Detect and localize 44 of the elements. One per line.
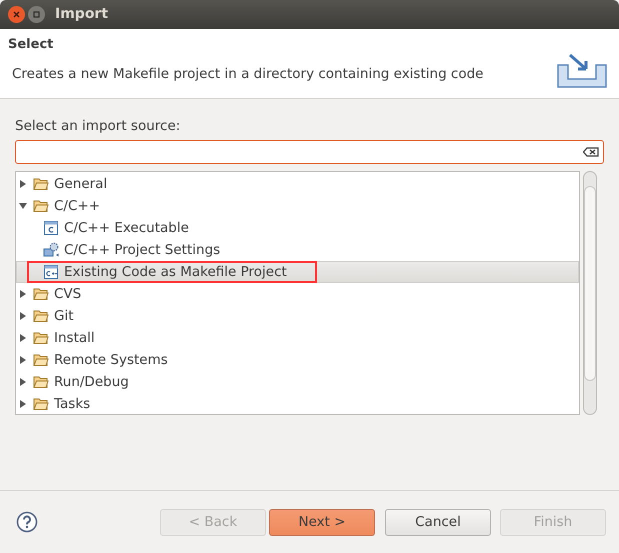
search-field[interactable] — [15, 140, 604, 164]
tree-item[interactable]: C/C++ Project Settings — [16, 239, 579, 262]
folder-icon — [33, 286, 49, 302]
expand-arrow-icon[interactable] — [19, 180, 27, 188]
import-icon — [556, 53, 608, 89]
wizard-button[interactable]: Next > — [269, 508, 375, 536]
tree-item[interactable]: Tasks — [16, 393, 579, 414]
folder-icon — [33, 308, 49, 324]
folder-icon — [33, 374, 49, 390]
tree-item[interactable]: C/C++ — [16, 195, 579, 218]
help-icon[interactable] — [16, 511, 38, 533]
expand-arrow-icon[interactable] — [19, 334, 27, 342]
folder-icon — [33, 176, 49, 192]
cpp-file-icon — [43, 264, 59, 280]
expand-arrow-icon[interactable] — [19, 356, 27, 364]
folder-icon — [33, 396, 49, 412]
field-label: Select an import source: — [15, 117, 182, 136]
page-description: Creates a new Makefile project in a directory containing existing code — [11, 64, 484, 84]
page-title: Select — [8, 36, 54, 54]
tree-item[interactable]: Install — [16, 327, 579, 350]
tree-item[interactable]: C/C++ Executable — [16, 217, 579, 240]
collapse-arrow-icon[interactable] — [19, 202, 27, 210]
tree-item[interactable]: Run/Debug — [16, 371, 579, 394]
window-title: Import — [55, 5, 108, 24]
scrollbar[interactable] — [583, 171, 597, 416]
expand-arrow-icon[interactable] — [19, 400, 27, 408]
clear-icon[interactable] — [583, 147, 599, 158]
c-file-icon — [43, 220, 59, 236]
settings-icon — [43, 242, 59, 258]
folder-icon — [33, 352, 49, 368]
expand-arrow-icon[interactable] — [19, 312, 27, 320]
tree-item[interactable]: Remote Systems — [16, 349, 579, 372]
expand-arrow-icon[interactable] — [19, 290, 27, 298]
tree-item[interactable]: General — [16, 173, 579, 196]
expand-arrow-icon[interactable] — [19, 378, 27, 386]
wizard-button[interactable]: Cancel — [385, 508, 491, 536]
tree-item[interactable]: Existing Code as Makefile Project — [16, 261, 579, 284]
tree-item[interactable]: CVS — [16, 283, 579, 306]
maximize-icon[interactable] — [28, 6, 46, 23]
tree-item[interactable]: Git — [16, 305, 579, 328]
close-icon[interactable] — [8, 6, 25, 23]
folder-icon — [33, 330, 49, 346]
folder-icon — [33, 198, 49, 214]
highlight-frame: Existing Code as Makefile Project — [27, 261, 317, 284]
